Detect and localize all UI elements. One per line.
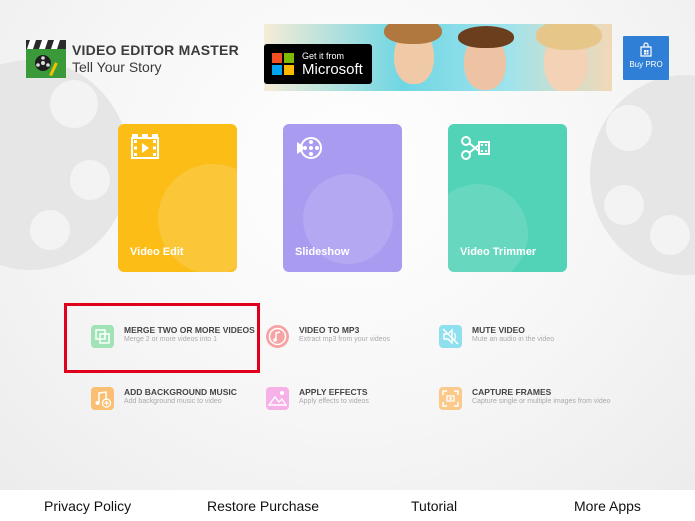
selection-highlight: [64, 303, 260, 373]
capture-frame-icon: [439, 387, 462, 410]
clapperboard-icon: [26, 40, 66, 78]
footer-bar: Privacy Policy Restore Purchase Tutorial…: [0, 490, 695, 521]
add-background-music-option[interactable]: ADD BACKGROUND MUSIC Add background musi…: [91, 387, 237, 410]
film-reel-right-decoration: [590, 75, 695, 275]
add-background-music-title: ADD BACKGROUND MUSIC: [124, 387, 237, 397]
more-apps-link[interactable]: More Apps: [574, 498, 641, 514]
video-to-mp3-desc: Extract mp3 from your videos: [299, 336, 391, 343]
video-trimmer-label: Video Trimmer: [460, 246, 537, 258]
mute-video-desc: Mute an audio in the video: [472, 336, 555, 343]
banner-line2: Microsoft: [302, 60, 363, 78]
microsoft-logo-icon: [272, 53, 294, 75]
capture-frames-title: CAPTURE FRAMES: [472, 387, 552, 397]
get-it-from-microsoft-badge[interactable]: Get it from Microsoft: [264, 44, 372, 84]
video-to-mp3-option[interactable]: VIDEO TO MP3 Extract mp3 from your video…: [266, 325, 390, 348]
slideshow-tile[interactable]: Slideshow: [283, 124, 402, 272]
capture-frames-option[interactable]: CAPTURE FRAMES Capture single or multipl…: [439, 387, 611, 410]
banner-line1: Get it from: [302, 50, 345, 61]
tutorial-link[interactable]: Tutorial: [411, 498, 457, 514]
mute-icon: [439, 325, 462, 348]
mute-video-title: MUTE VIDEO: [472, 325, 525, 335]
buy-pro-button[interactable]: Buy PRO: [623, 36, 669, 80]
app-logo: VIDEO EDITOR MASTER Tell Your Story: [26, 40, 239, 78]
video-to-mp3-title: VIDEO TO MP3: [299, 325, 360, 335]
microsoft-store-banner[interactable]: Get it from Microsoft: [264, 24, 612, 91]
mute-video-option[interactable]: MUTE VIDEO Mute an audio in the video: [439, 325, 554, 348]
apply-effects-title: APPLY EFFECTS: [299, 387, 368, 397]
movie-camera-icon: [295, 134, 325, 162]
buy-pro-label: Buy PRO: [629, 60, 663, 69]
app-subtitle: Tell Your Story: [72, 59, 162, 75]
music-note-icon: [266, 325, 289, 348]
store-bag-icon: [638, 42, 654, 58]
app-title: VIDEO EDITOR MASTER: [72, 42, 239, 58]
image-effects-icon: [266, 387, 289, 410]
video-trimmer-tile[interactable]: Video Trimmer: [448, 124, 567, 272]
privacy-policy-link[interactable]: Privacy Policy: [44, 498, 131, 514]
film-frame-icon: [130, 134, 160, 162]
slideshow-label: Slideshow: [295, 246, 350, 258]
add-background-music-desc: Add background music to video: [124, 398, 222, 405]
video-edit-tile[interactable]: Video Edit: [118, 124, 237, 272]
video-edit-label: Video Edit: [130, 246, 184, 258]
apply-effects-desc: Apply effects to videos: [299, 398, 369, 405]
apply-effects-option[interactable]: APPLY EFFECTS Apply effects to videos: [266, 387, 369, 410]
scissors-film-icon: [460, 134, 490, 162]
music-add-icon: [91, 387, 114, 410]
capture-frames-desc: Capture single or multiple images from v…: [472, 398, 611, 405]
restore-purchase-link[interactable]: Restore Purchase: [207, 498, 319, 514]
film-reel-left-decoration: [0, 60, 130, 270]
